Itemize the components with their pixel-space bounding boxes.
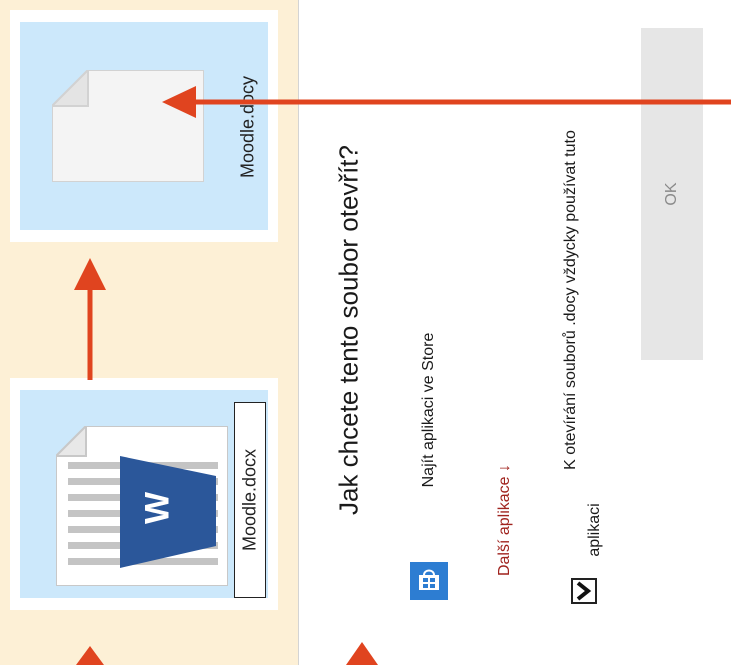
store-icon (410, 562, 448, 600)
source-file-name: Moodle.docx (239, 448, 260, 552)
store-option-label-box: Najít aplikaci ve Store (415, 280, 443, 540)
dialog-title-box: Jak chcete tento soubor otevřít? (329, 40, 369, 620)
source-file-name-box: Moodle.docx (234, 402, 266, 598)
word-logo-letter: W (138, 491, 177, 525)
source-file-card: W Moodle.docx (10, 378, 278, 610)
target-file-card: Moodle.docy (10, 10, 278, 242)
more-apps-link-box[interactable]: Další aplikace ↓ (491, 420, 519, 620)
arrow-up-between-files-icon (74, 258, 106, 380)
checkmark-icon (576, 581, 592, 601)
dialog-title: Jak chcete tento soubor otevřít? (333, 145, 364, 515)
store-option-label: Najít aplikaci ve Store (420, 332, 437, 488)
ok-button-label: OK (663, 182, 680, 206)
target-file-tile[interactable]: Moodle.docy (20, 22, 268, 230)
more-apps-link[interactable]: Další aplikace ↓ (496, 464, 514, 576)
store-option[interactable]: Najít aplikaci ve Store (407, 280, 449, 610)
always-use-line2-box: aplikaci (581, 490, 609, 570)
always-use-line2: aplikaci (586, 503, 603, 557)
always-use-line1: K otevírání souborů .docy vždycky použív… (562, 130, 579, 470)
arrow-to-target-icon (162, 86, 731, 118)
always-use-checkbox[interactable] (571, 578, 597, 604)
ok-button[interactable]: OK (641, 28, 703, 360)
arrow-bottom-dialog-icon (346, 642, 378, 665)
arrow-bottom-left-icon (76, 646, 104, 665)
word-letter-box: W (138, 488, 178, 528)
source-file-tile[interactable]: W Moodle.docx (20, 390, 268, 598)
target-file-name-box: Moodle.docy (232, 42, 264, 212)
